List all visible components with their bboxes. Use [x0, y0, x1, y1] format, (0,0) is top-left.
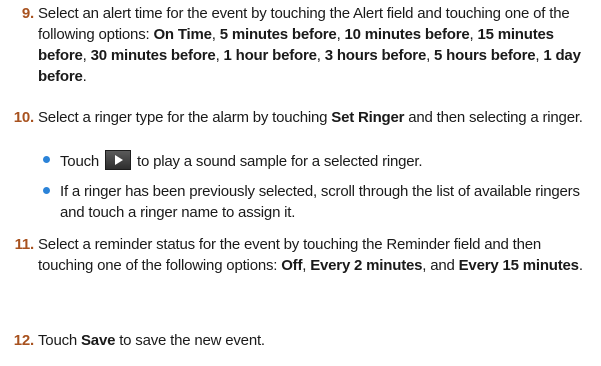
play-icon [105, 150, 132, 170]
option-every-2-minutes: Every 2 minutes [310, 257, 423, 274]
separator: , [82, 47, 91, 64]
separator: , [426, 47, 435, 64]
separator: , [215, 47, 224, 64]
step-10: 10. Select a ringer type for the alarm by… [14, 107, 596, 128]
option-on-time: On Time [153, 26, 212, 43]
separator: , [336, 26, 345, 43]
separator: , [316, 47, 325, 64]
manual-page: 9. Select an alert time for the event by … [0, 0, 601, 366]
option-every-15-minutes: Every 15 minutes [458, 257, 579, 274]
save-label: Save [81, 332, 116, 349]
step-text: and then selecting a ringer. [404, 109, 583, 126]
step-text: Touch [38, 332, 81, 349]
bullet-text: Touch [60, 153, 100, 170]
set-ringer-label: Set Ringer [331, 109, 405, 126]
step-number: 10. [13, 109, 34, 126]
step-text: to save the new event. [115, 332, 265, 349]
option-3-hours-before: 3 hours before [324, 47, 427, 64]
bullet-previous-ringer: If a ringer has been previously selected… [43, 181, 596, 223]
bullet-text: If a ringer has been previously selected… [60, 183, 580, 221]
option-30-minutes-before: 30 minutes before [90, 47, 216, 64]
step-number: 11. [14, 236, 35, 253]
separator: , [211, 26, 220, 43]
step-12: 12. Touch Save to save the new event. [14, 330, 596, 351]
separator: . [578, 257, 583, 274]
step-text: Select a ringer type for the alarm by to… [38, 109, 332, 126]
option-off: Off [281, 257, 303, 274]
option-5-minutes-before: 5 minutes before [219, 26, 337, 43]
separator: . [82, 68, 87, 85]
bullet-dot-icon [43, 156, 50, 163]
bullet-play-sample: Touch to play a sound sample for a select… [43, 150, 596, 172]
option-10-minutes-before: 10 minutes before [344, 26, 470, 43]
step-number: 9. [21, 5, 34, 22]
option-5-hours-before: 5 hours before [434, 47, 536, 64]
step-number: 12. [13, 332, 34, 349]
bullet-text: to play a sound sample for a selected ri… [137, 153, 423, 170]
separator: , and [422, 257, 459, 274]
step-9: 9. Select an alert time for the event by … [22, 3, 596, 87]
option-1-hour-before: 1 hour before [223, 47, 317, 64]
bullet-dot-icon [43, 187, 50, 194]
step-11: 11. Select a reminder status for the even… [15, 234, 596, 276]
